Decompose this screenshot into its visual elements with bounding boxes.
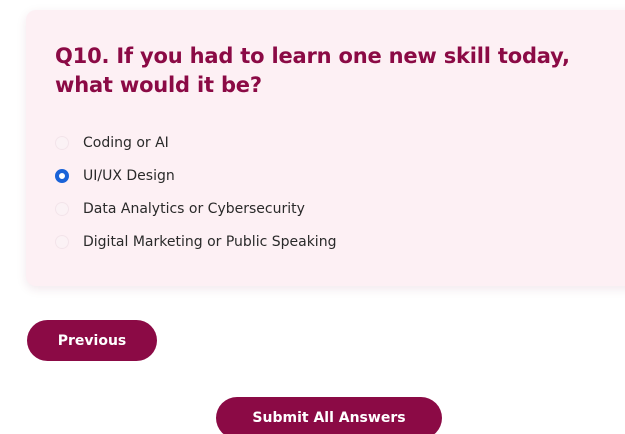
option-label: Coding or AI	[83, 134, 169, 151]
option-label: UI/UX Design	[83, 167, 175, 184]
option-label: Digital Marketing or Public Speaking	[83, 233, 337, 250]
question-title: Q10. If you had to learn one new skill t…	[55, 44, 570, 97]
submit-all-answers-button[interactable]: Submit All Answers	[216, 397, 442, 434]
radio-button[interactable]	[55, 234, 69, 249]
option-data-analytics-or-cybersecurity[interactable]: Data Analytics or Cybersecurity	[55, 192, 336, 225]
option-label: Data Analytics or Cybersecurity	[83, 200, 305, 217]
option-coding-or-ai[interactable]: Coding or AI	[55, 126, 336, 159]
option-ui-ux-design[interactable]: UI/UX Design	[55, 159, 336, 192]
option-digital-marketing-or-public-speaking[interactable]: Digital Marketing or Public Speaking	[55, 225, 336, 258]
previous-button[interactable]: Previous	[27, 320, 157, 361]
radio-button-selected[interactable]	[55, 168, 69, 183]
quiz-page: Q10. If you had to learn one new skill t…	[0, 0, 625, 434]
radio-button[interactable]	[55, 135, 69, 150]
answer-options: Coding or AI UI/UX Design Data Analytics…	[55, 126, 336, 258]
radio-button[interactable]	[55, 201, 69, 216]
